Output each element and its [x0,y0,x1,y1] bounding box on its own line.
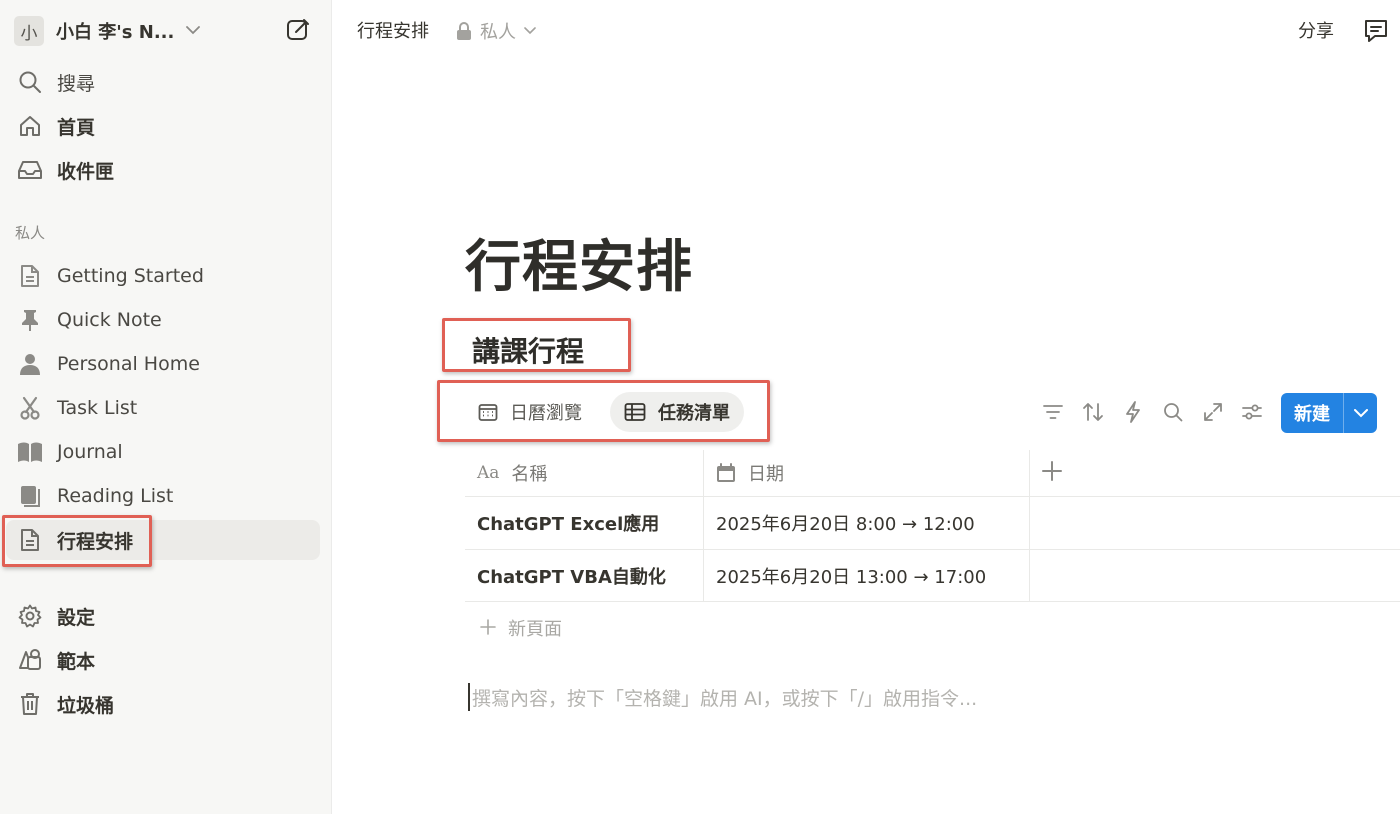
privacy-selector[interactable]: 私人 [456,18,536,44]
sidebar-item-label: Personal Home [57,353,200,375]
sidebar-item-label: Task List [57,397,138,419]
inbox-icon [16,156,44,184]
calendar-icon [716,463,736,483]
tab-calendar-view[interactable]: 日曆瀏覽 [464,392,596,432]
row-date-cell[interactable]: 2025年6月20日 13:00 → 17:00 [716,550,986,602]
row-name-cell[interactable]: ChatGPT VBA自動化 [477,550,666,602]
book-open-icon [16,438,44,466]
workspace-switcher[interactable]: 小 小白 李's N... [14,14,201,48]
scissors-icon [16,394,44,422]
sidebar-item-label: 首頁 [57,116,96,139]
plus-icon [480,616,496,641]
database-title[interactable]: 講課行程 [472,330,584,370]
page-icon [16,526,44,554]
sidebar-item-task-list[interactable]: Task List [6,388,320,428]
comment-icon[interactable] [1362,17,1390,45]
person-icon [16,350,44,378]
pin-icon [16,306,44,334]
editor-placeholder[interactable]: 撰寫內容，按下「空格鍵」啟用 AI，或按下「/」啟用指令... [468,683,977,711]
text-property-icon: Aa [477,463,500,483]
new-button-label[interactable]: 新建 [1281,393,1343,433]
column-header-name[interactable]: Aa 名稱 [477,450,547,496]
lock-icon [456,22,472,40]
settings-sliders-icon[interactable] [1240,400,1264,424]
tab-label: 日曆瀏覽 [510,403,582,424]
sidebar-item-label: Quick Note [57,309,162,331]
workspace-avatar: 小 [14,16,44,46]
page-icon [16,262,44,290]
new-page-compose-icon[interactable] [284,16,312,44]
sidebar-item-reading-list[interactable]: Reading List [6,476,320,516]
sidebar-item-label: Reading List [57,485,174,507]
sidebar-item-label: 行程安排 [57,530,134,553]
expand-icon[interactable] [1201,400,1225,424]
sidebar-item-label: 搜尋 [57,72,96,95]
sidebar-item-label: 範本 [57,650,96,673]
trash-icon [16,690,44,718]
new-record-button[interactable]: 新建 [1281,393,1377,433]
column-header-label: 名稱 [511,464,548,485]
add-column-button[interactable] [1041,460,1063,487]
row-date-cell[interactable]: 2025年6月20日 8:00 → 12:00 [716,497,975,549]
sidebar-item-label: 設定 [57,606,96,629]
filter-icon[interactable] [1041,400,1065,424]
share-button[interactable]: 分享 [1298,17,1334,43]
sidebar-item-label: 垃圾桶 [57,694,115,717]
sidebar-item-settings[interactable]: 設定 [6,596,320,636]
table-column-divider [1029,450,1030,601]
sidebar-item-quick-note[interactable]: Quick Note [6,300,320,340]
new-page-row-button[interactable]: 新頁面 [480,615,562,641]
sidebar-item-getting-started[interactable]: Getting Started [6,256,320,296]
column-header-date[interactable]: 日期 [716,450,784,496]
sidebar-item-label: Getting Started [57,265,204,287]
templates-icon [16,646,44,674]
calendar-icon [478,402,498,422]
sidebar-item-journal[interactable]: Journal [6,432,320,472]
automation-lightning-icon[interactable] [1121,400,1145,424]
sidebar-item-home[interactable]: 首頁 [6,106,320,146]
workspace-name: 小白 李's N... [56,22,175,43]
sidebar-item-search[interactable]: 搜尋 [6,62,320,102]
section-label-private: 私人 [15,224,46,242]
column-header-label: 日期 [748,464,784,485]
sidebar-item-inbox[interactable]: 收件匣 [6,150,320,190]
sidebar-item-schedule[interactable]: 行程安排 [6,520,320,560]
sidebar-item-label: 收件匣 [57,160,115,183]
sort-icon[interactable] [1081,400,1105,424]
sidebar-item-label: Journal [57,441,123,463]
sidebar: 小 小白 李's N... 搜尋 首頁 收件匣 私人 Getting Start… [0,0,332,814]
chevron-down-icon[interactable] [1344,393,1377,433]
table-icon [624,402,646,422]
tab-label: 任務清單 [658,403,730,424]
chevron-down-icon [186,23,201,39]
page-title[interactable]: 行程安排 [465,222,693,303]
gear-icon [16,602,44,630]
sidebar-item-templates[interactable]: 範本 [6,640,320,680]
table-column-divider [703,450,704,601]
home-icon [16,112,44,140]
sidebar-item-trash[interactable]: 垃圾桶 [6,684,320,724]
breadcrumb-page-title[interactable]: 行程安排 [357,17,429,43]
chevron-down-icon [524,24,536,38]
new-page-label: 新頁面 [508,619,562,640]
tab-task-list-view[interactable]: 任務清單 [610,392,744,432]
sidebar-item-personal-home[interactable]: Personal Home [6,344,320,384]
row-name-cell[interactable]: ChatGPT Excel應用 [477,497,659,549]
privacy-label: 私人 [480,22,516,43]
books-icon [16,482,44,510]
search-icon[interactable] [1161,400,1185,424]
search-icon [16,68,44,96]
